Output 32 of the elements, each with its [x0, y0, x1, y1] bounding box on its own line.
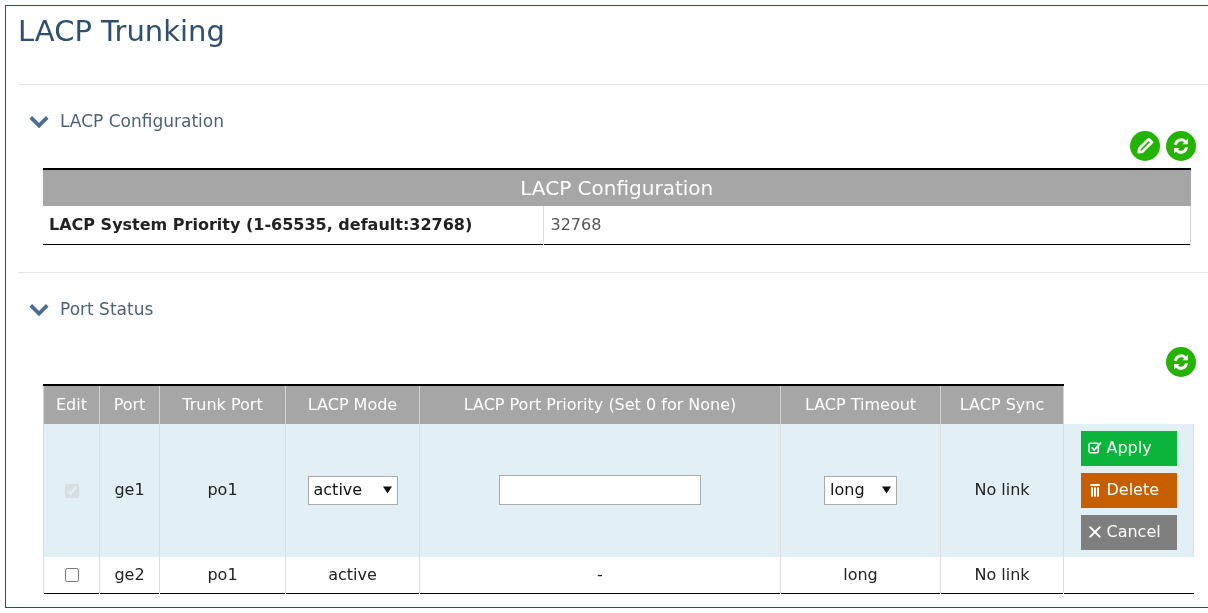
section-header[interactable]: Port Status — [18, 272, 1208, 327]
table-cell: No link — [940, 423, 1064, 557]
dropdown-arrow-icon — [382, 486, 392, 494]
dropdown-arrow-icon — [882, 486, 891, 494]
column-header: Port — [99, 384, 160, 424]
section-title: LACP Configuration — [60, 110, 224, 134]
field-label: LACP System Priority (1-65535, default:32768) — [43, 206, 543, 244]
table-cell: long — [780, 556, 941, 594]
checkbox[interactable] — [64, 568, 79, 583]
section-title: Port Status — [60, 297, 154, 321]
priority-field[interactable] — [499, 475, 701, 505]
pencil-icon[interactable] — [1130, 131, 1160, 161]
table-cell: po1 — [159, 556, 286, 594]
column-header: Trunk Port — [159, 384, 286, 424]
column-header: LACP Mode — [285, 384, 420, 424]
table-cell: active — [285, 556, 420, 594]
column-header: LACP Port Priority (Set 0 for None) — [419, 384, 781, 424]
column-header: LACP Sync — [940, 384, 1064, 424]
field-value: 32768 — [543, 206, 1191, 244]
close-icon — [1086, 524, 1103, 540]
column-header: LACP Timeout — [780, 384, 941, 424]
refresh-icon[interactable] — [1166, 346, 1196, 377]
table-cell: ge1 — [99, 423, 160, 557]
table-cell: - — [419, 556, 781, 594]
check-square-icon — [1086, 440, 1103, 456]
section-header[interactable]: LACP Configuration — [18, 85, 1208, 139]
table-cell: po1 — [159, 423, 286, 557]
table-cell: ge2 — [99, 556, 160, 594]
refresh-icon[interactable] — [1166, 131, 1196, 161]
column-header: Edit — [43, 384, 100, 424]
table-cell: No link — [940, 556, 1064, 594]
page-title: LACP Trunking — [18, 13, 226, 50]
